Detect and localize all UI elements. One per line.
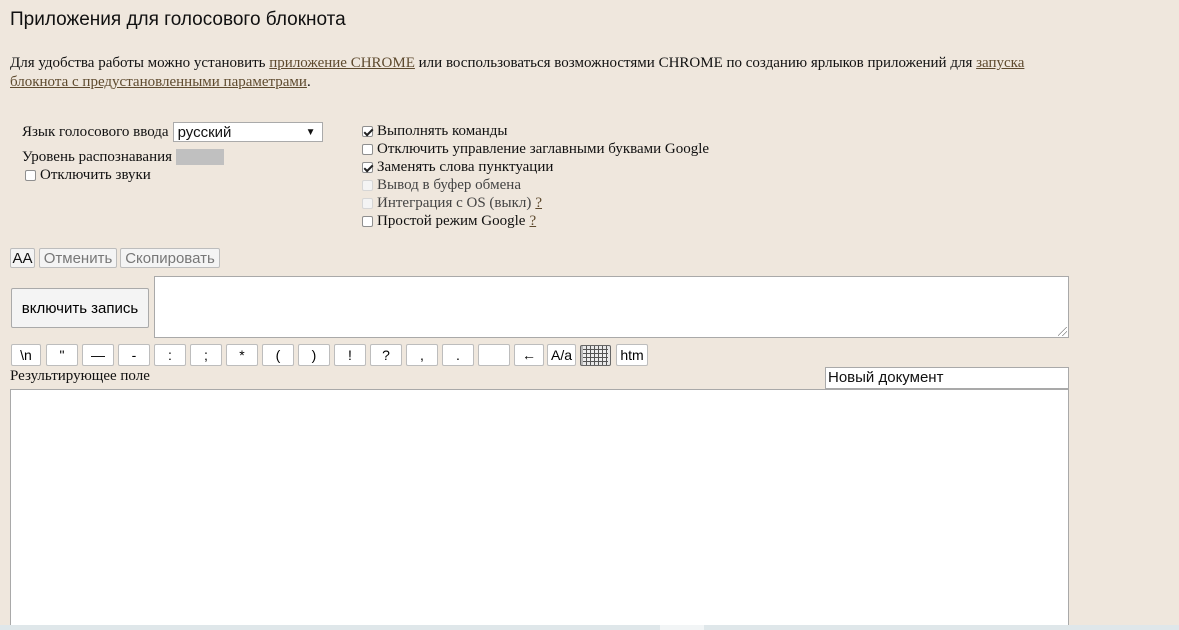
punct-close-paren-button[interactable]: ) bbox=[298, 344, 330, 366]
os-integration-help-link[interactable]: ? bbox=[535, 195, 542, 212]
document-name-input[interactable]: Новый документ bbox=[825, 367, 1069, 389]
punct-open-paren-button[interactable]: ( bbox=[262, 344, 294, 366]
option-label: Отключить управление заглавными буквами … bbox=[377, 140, 710, 157]
option-row: Простой режим Google ? bbox=[362, 212, 709, 230]
replace-punctuation-checkbox[interactable] bbox=[362, 161, 373, 173]
simple-mode-help-link[interactable]: ? bbox=[529, 213, 536, 230]
copy-button[interactable]: Скопировать bbox=[120, 248, 220, 268]
html-button[interactable]: htm bbox=[616, 344, 648, 366]
option-label: Вывод в буфер обмена bbox=[377, 176, 521, 193]
option-label: Простой режим Google bbox=[377, 212, 526, 229]
execute-commands-checkbox[interactable] bbox=[362, 125, 373, 137]
keyboard-keys bbox=[583, 349, 608, 362]
mute-label: Отключить звуки bbox=[40, 166, 151, 183]
settings-options: Выполнять команды Отключить управление з… bbox=[362, 122, 709, 230]
os-integration-checkbox bbox=[362, 197, 373, 209]
intro-text-part: или воспользоваться возможностями CHROME… bbox=[414, 55, 977, 71]
option-label: Выполнять команды bbox=[377, 122, 508, 139]
punct-colon-button[interactable]: : bbox=[154, 344, 186, 366]
option-row: Вывод в буфер обмена bbox=[362, 176, 709, 194]
scrollbar-thumb[interactable] bbox=[660, 625, 704, 630]
option-row: Заменять слова пунктуации bbox=[362, 158, 709, 176]
result-text-area[interactable] bbox=[10, 389, 1069, 630]
page-title: Приложения для голосового блокнота bbox=[10, 9, 346, 30]
simple-mode-checkbox[interactable] bbox=[362, 215, 373, 227]
case-toggle-button[interactable]: AA bbox=[10, 248, 35, 268]
option-row: Интеграция с OS (выкл) ? bbox=[362, 194, 709, 212]
option-row: Отключить управление заглавными буквами … bbox=[362, 140, 709, 158]
punct-newline-button[interactable]: \n bbox=[11, 344, 41, 366]
language-select[interactable]: русский ▼ bbox=[172, 122, 323, 142]
option-label: Интеграция с OS (выкл) bbox=[377, 194, 532, 211]
settings-left: Язык голосового ввода русский ▼ Уровень … bbox=[22, 122, 323, 184]
chrome-app-link[interactable]: приложение CHROME bbox=[269, 55, 415, 71]
punct-space-button[interactable] bbox=[478, 344, 510, 366]
keyboard-icon[interactable] bbox=[580, 345, 611, 366]
chevron-down-icon: ▼ bbox=[305, 126, 316, 138]
intro-text: Для удобства работы можно установить при… bbox=[10, 54, 1070, 92]
punct-exclamation-button[interactable]: ! bbox=[334, 344, 366, 366]
intro-text-part: Для удобства работы можно установить bbox=[10, 55, 270, 71]
punct-asterisk-button[interactable]: * bbox=[226, 344, 258, 366]
language-label: Язык голосового ввода bbox=[22, 123, 169, 140]
punct-dash-button[interactable]: — bbox=[82, 344, 114, 366]
horizontal-scrollbar[interactable] bbox=[0, 625, 1179, 630]
mute-checkbox[interactable] bbox=[25, 169, 36, 181]
clipboard-output-checkbox bbox=[362, 179, 373, 191]
disable-google-caps-checkbox[interactable] bbox=[362, 143, 373, 155]
recognition-level-bar bbox=[176, 149, 225, 165]
punct-quote-button[interactable]: " bbox=[46, 344, 78, 366]
intro-text-part: . bbox=[306, 74, 311, 90]
result-label: Результирующее поле bbox=[10, 368, 150, 384]
punct-period-button[interactable]: . bbox=[442, 344, 474, 366]
punct-comma-button[interactable]: , bbox=[406, 344, 438, 366]
punct-case-button[interactable]: A/a bbox=[547, 344, 576, 366]
resize-grip-icon[interactable] bbox=[1058, 327, 1067, 336]
undo-button[interactable]: Отменить bbox=[39, 248, 117, 268]
recognition-label: Уровень распознавания bbox=[22, 148, 173, 165]
language-value: русский bbox=[177, 123, 232, 141]
punct-hyphen-button[interactable]: - bbox=[118, 344, 150, 366]
option-label: Заменять слова пунктуации bbox=[377, 158, 554, 175]
punct-semicolon-button[interactable]: ; bbox=[190, 344, 222, 366]
record-button[interactable]: включить запись bbox=[11, 288, 149, 328]
interim-text-area[interactable] bbox=[154, 276, 1069, 338]
punct-backspace-button[interactable]: ← bbox=[514, 344, 544, 366]
option-row: Выполнять команды bbox=[362, 122, 709, 140]
punct-question-button[interactable]: ? bbox=[370, 344, 402, 366]
